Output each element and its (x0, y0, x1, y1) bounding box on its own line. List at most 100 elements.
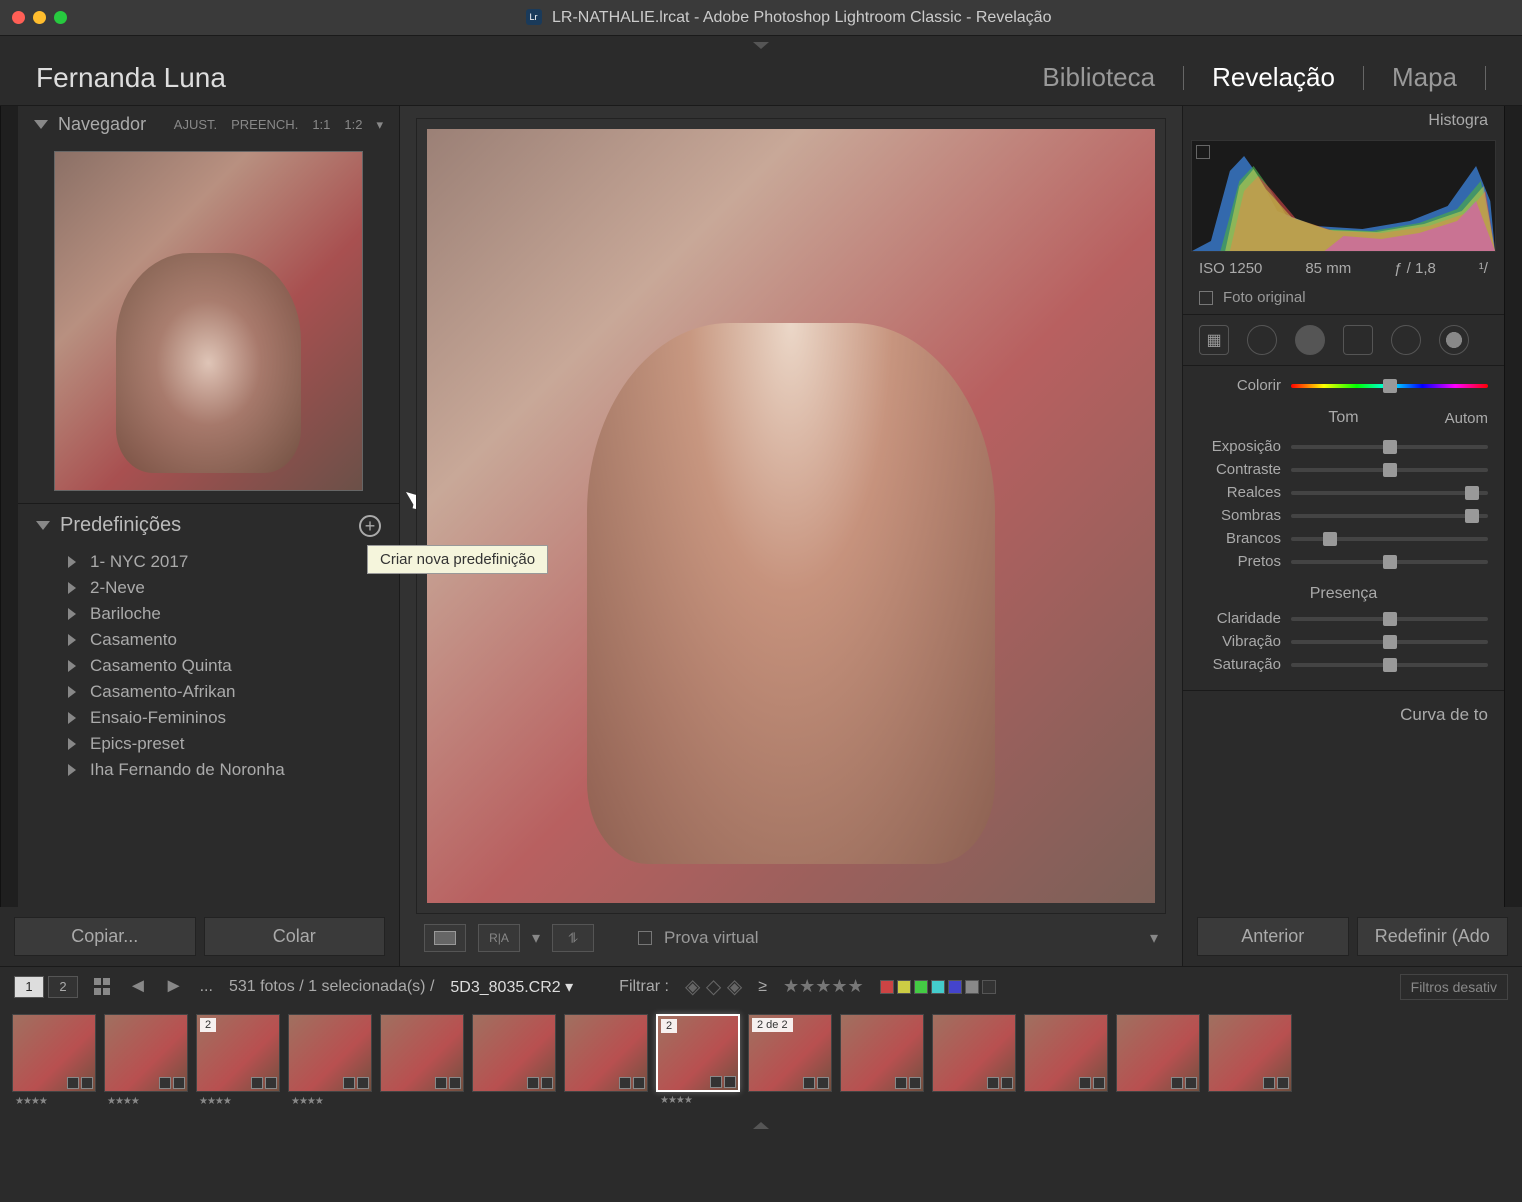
filmstrip-thumbnail[interactable] (932, 1014, 1016, 1092)
blacks-slider[interactable] (1291, 560, 1488, 564)
filmstrip-thumbnail[interactable]: 2★★★★ (196, 1014, 280, 1092)
add-preset-button[interactable]: + Criar nova predefinição (359, 515, 381, 537)
zoom-fill[interactable]: PREENCH. (231, 117, 298, 133)
color-label-swatch[interactable] (965, 980, 979, 994)
copy-button[interactable]: Copiar... (14, 917, 196, 956)
exposure-slider[interactable] (1291, 445, 1488, 449)
preset-folder[interactable]: Ensaio-Femininos (18, 705, 399, 731)
contrast-slider[interactable] (1291, 468, 1488, 472)
expand-top-handle[interactable] (0, 36, 1522, 50)
histogram[interactable] (1191, 140, 1496, 252)
module-map[interactable]: Mapa (1392, 62, 1457, 93)
ge-symbol[interactable]: ≥ (758, 978, 767, 996)
display-2-button[interactable]: 2 (48, 976, 78, 998)
nav-back-icon[interactable]: ◄ (128, 975, 148, 998)
soft-proof-checkbox[interactable] (638, 931, 652, 945)
zoom-1-1[interactable]: 1:1 (312, 117, 330, 133)
color-label-swatch[interactable] (897, 980, 911, 994)
preset-folder[interactable]: 1- NYC 2017 (18, 549, 399, 575)
shadows-slider[interactable] (1291, 514, 1488, 518)
before-after-button[interactable]: R|A (478, 924, 520, 952)
filmstrip-thumbnail[interactable] (380, 1014, 464, 1092)
navigator-preview[interactable] (54, 151, 363, 491)
preset-folder[interactable]: Casamento-Afrikan (18, 679, 399, 705)
previous-button[interactable]: Anterior (1197, 917, 1349, 956)
right-scrollbar[interactable] (1504, 106, 1522, 907)
saturation-slider[interactable] (1291, 663, 1488, 667)
module-develop[interactable]: Revelação (1212, 62, 1335, 93)
preset-folder[interactable]: Epics-preset (18, 731, 399, 757)
flag-filter-icon[interactable]: ◈ ◇ ◈ (685, 974, 742, 999)
star-filter[interactable]: ★★★★★ (783, 976, 864, 997)
preset-folder[interactable]: 2-Neve (18, 575, 399, 601)
nav-forward-icon[interactable]: ► (164, 975, 184, 998)
thumb-badges (1171, 1077, 1197, 1089)
switch-button[interactable]: ⥮ (552, 924, 594, 952)
filmstrip-thumbnail[interactable] (1024, 1014, 1108, 1092)
gradient-tool-icon[interactable] (1343, 325, 1373, 355)
zoom-dropdown-icon[interactable]: ▾ (376, 117, 383, 133)
preset-label: 2-Neve (90, 578, 145, 598)
original-checkbox[interactable] (1199, 291, 1213, 305)
expand-bottom-handle[interactable] (0, 1116, 1522, 1130)
brush-tool-icon[interactable] (1439, 325, 1469, 355)
grid-view-icon[interactable] (94, 978, 112, 996)
crop-tool-icon[interactable]: ▦ (1199, 325, 1229, 355)
presets-header[interactable]: Predefinições + Criar nova predefinição (18, 503, 399, 547)
vibrance-slider[interactable] (1291, 640, 1488, 644)
preset-folder[interactable]: Bariloche (18, 601, 399, 627)
filmstrip-thumbnail[interactable]: ★★★★ (104, 1014, 188, 1092)
filmstrip-thumbnail[interactable] (1208, 1014, 1292, 1092)
color-label-swatch[interactable] (880, 980, 894, 994)
clarity-slider[interactable] (1291, 617, 1488, 621)
minimize-button[interactable] (33, 11, 46, 24)
color-label-swatch[interactable] (914, 980, 928, 994)
zoom-custom[interactable]: 1:2 (344, 117, 362, 133)
image-canvas[interactable] (416, 118, 1166, 914)
radial-tool-icon[interactable] (1391, 325, 1421, 355)
close-button[interactable] (12, 11, 25, 24)
reset-button[interactable]: Redefinir (Ado (1357, 917, 1509, 956)
color-label-swatch[interactable] (931, 980, 945, 994)
preset-folder[interactable]: Casamento Quinta (18, 653, 399, 679)
color-label-swatch[interactable] (948, 980, 962, 994)
filmstrip-thumbnail[interactable]: 2 de 2 (748, 1014, 832, 1092)
navigator-header[interactable]: Navegador AJUST. PREENCH. 1:1 1:2 ▾ (18, 106, 399, 143)
shadow-clipping-icon[interactable] (1196, 145, 1210, 159)
identity-plate: Fernanda Luna (36, 62, 226, 94)
preset-folder[interactable]: Iha Fernando de Noronha (18, 757, 399, 783)
left-scrollbar[interactable] (0, 106, 18, 907)
filmstrip-thumbnail[interactable] (840, 1014, 924, 1092)
filmstrip-thumbnail[interactable] (1116, 1014, 1200, 1092)
zoom-fit[interactable]: AJUST. (174, 117, 217, 133)
before-after-dropdown-icon[interactable]: ▾ (532, 928, 540, 948)
filmstrip-thumbnail[interactable]: ★★★★ (288, 1014, 372, 1092)
toolbar-dropdown-icon[interactable]: ▾ (1150, 928, 1158, 948)
tint-slider[interactable] (1291, 384, 1488, 388)
auto-button[interactable]: Autom (1392, 410, 1488, 427)
filters-disabled-label[interactable]: Filtros desativ (1400, 974, 1508, 1000)
filmstrip-thumbnail[interactable]: 2★★★★ (656, 1014, 740, 1092)
curve-panel-title[interactable]: Curva de to (1183, 697, 1504, 733)
current-filename[interactable]: 5D3_8035.CR2 ▾ (450, 977, 573, 997)
whites-slider[interactable] (1291, 537, 1488, 541)
chevron-right-icon (68, 608, 76, 620)
preset-label: 1- NYC 2017 (90, 552, 188, 572)
spot-tool-icon[interactable] (1247, 325, 1277, 355)
navigator-zoom-options: AJUST. PREENCH. 1:1 1:2 ▾ (174, 117, 383, 133)
highlights-slider[interactable] (1291, 491, 1488, 495)
filmstrip-thumbnail[interactable] (472, 1014, 556, 1092)
paste-button[interactable]: Colar (204, 917, 386, 956)
redeye-tool-icon[interactable] (1295, 325, 1325, 355)
filmstrip[interactable]: ★★★★★★★★2★★★★★★★★2★★★★2 de 2 (0, 1006, 1522, 1116)
filmstrip-thumbnail[interactable] (564, 1014, 648, 1092)
filmstrip-thumbnail[interactable]: ★★★★ (12, 1014, 96, 1092)
preset-folder[interactable]: Casamento (18, 627, 399, 653)
loupe-view-button[interactable] (424, 924, 466, 952)
path-ellipsis[interactable]: ... (200, 978, 213, 996)
maximize-button[interactable] (54, 11, 67, 24)
divider (1363, 66, 1364, 90)
color-label-swatch[interactable] (982, 980, 996, 994)
module-library[interactable]: Biblioteca (1042, 62, 1155, 93)
display-1-button[interactable]: 1 (14, 976, 44, 998)
